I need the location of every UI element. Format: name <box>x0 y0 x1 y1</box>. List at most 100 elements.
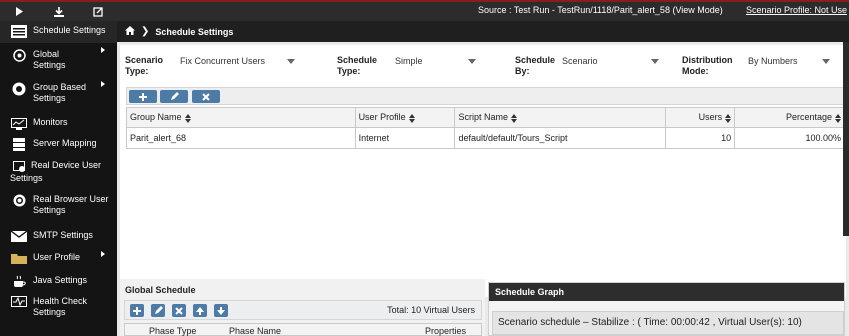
schedule-icon <box>10 25 28 38</box>
chevron-right-icon <box>101 47 105 53</box>
column-properties[interactable]: Properties <box>425 326 466 336</box>
global-schedule-panel: Global Schedule Total: 10 Virtual Users … <box>120 279 485 336</box>
column-script-name[interactable]: Script Name <box>454 107 667 128</box>
total-virtual-users: Total: 10 Virtual Users <box>387 305 475 315</box>
breadcrumb: ❯ Schedule Settings <box>117 21 849 42</box>
sidebar-item-monitors[interactable]: Monitors <box>0 111 117 133</box>
column-group-name[interactable]: Group Name <box>126 107 356 128</box>
sidebar-item-real-browser[interactable]: Real Browser User Settings <box>0 189 117 225</box>
chevron-right-icon <box>101 81 105 87</box>
delete-group-button[interactable] <box>192 90 220 103</box>
settings-row: Scenario Type: Fix Concurrent Users Sche… <box>120 53 846 83</box>
sidebar-item-smtp[interactable]: SMTP Settings <box>0 225 117 247</box>
schedule-type-select[interactable]: Simple <box>395 56 423 66</box>
sidebar-item-server-mapping[interactable]: Server Mapping <box>0 133 117 155</box>
sidebar-item-label: Java Settings <box>33 275 88 285</box>
column-phase-name[interactable]: Phase Name <box>229 326 281 336</box>
table-header-row: Group Name User Profile Script Name User… <box>126 107 845 128</box>
sidebar-item-schedule-settings[interactable]: Schedule Settings <box>0 21 117 43</box>
sidebar-item-label: Schedule Settings <box>33 25 106 35</box>
schedule-graph-body: Scenario schedule – Stabilize : ( Time: … <box>489 301 844 335</box>
cell-user-profile: Internet <box>354 127 456 149</box>
schedule-graph-status: Scenario schedule – Stabilize : ( Time: … <box>492 311 844 335</box>
breadcrumb-current: Schedule Settings <box>155 26 234 37</box>
sidebar-item-label: User Profile <box>33 252 81 262</box>
sort-icon[interactable] <box>725 113 732 123</box>
monitor-icon <box>10 117 28 130</box>
home-icon[interactable] <box>125 26 135 37</box>
chevron-down-icon[interactable] <box>468 59 476 64</box>
cell-users: 10 <box>665 127 736 149</box>
globe-icon <box>10 49 28 62</box>
sidebar-item-label: Server Mapping <box>33 138 97 148</box>
mail-icon <box>10 230 28 243</box>
cell-percentage: 100.00% <box>734 127 845 149</box>
scenario-type-select[interactable]: Fix Concurrent Users <box>180 56 265 66</box>
sidebar-item-label: Global Settings <box>33 49 66 70</box>
group-table: Group Name User Profile Script Name User… <box>126 107 845 149</box>
chevron-down-icon[interactable] <box>287 59 295 64</box>
source-text: Source : Test Run - TestRun/1118/Parit_a… <box>478 5 723 15</box>
schedule-by-label: Schedule By: <box>515 55 556 76</box>
sidebar-item-label: Group Based Settings <box>33 82 87 103</box>
play-icon[interactable] <box>0 2 39 21</box>
column-percentage[interactable]: Percentage <box>734 107 845 128</box>
sidebar-item-group-settings[interactable]: Group Based Settings <box>0 77 117 111</box>
schedule-graph-title: Schedule Graph <box>489 283 844 301</box>
chevron-down-icon[interactable] <box>651 59 659 64</box>
download-icon[interactable] <box>39 2 78 21</box>
chevron-right-icon <box>101 251 105 257</box>
main-content: ❯ Schedule Settings Scenario Type: Fix C… <box>117 21 849 336</box>
add-group-button[interactable] <box>129 90 157 103</box>
schedule-panel: Scenario Type: Fix Concurrent Users Sche… <box>120 45 846 297</box>
chevron-down-icon[interactable] <box>822 59 830 64</box>
schedule-graph-panel: Schedule Graph Scenario schedule – Stabi… <box>488 282 845 336</box>
server-icon <box>10 138 28 151</box>
cell-script-name: default/default/Tours_Script <box>454 127 667 149</box>
sidebar-item-user-profile[interactable]: User Profile <box>0 247 117 269</box>
phase-table-header: Phase Type Phase Name Properties <box>124 323 482 336</box>
export-icon[interactable] <box>78 2 117 21</box>
sidebar-item-label: Real Browser User Settings <box>33 194 109 215</box>
schedule-type-label: Schedule Type: <box>337 55 378 76</box>
move-down-button[interactable] <box>214 304 228 317</box>
scrollbar[interactable] <box>843 42 849 236</box>
column-phase-type[interactable]: Phase Type <box>149 326 196 336</box>
java-icon <box>10 275 28 288</box>
sidebar-item-label: Monitors <box>33 117 68 127</box>
folder-icon <box>10 252 28 265</box>
edit-group-button[interactable] <box>160 90 188 103</box>
sidebar-item-real-device[interactable]: Real Device User Settings <box>0 155 117 189</box>
column-users[interactable]: Users <box>665 107 736 128</box>
cell-group-name: Parit_alert_68 <box>126 127 356 149</box>
table-row[interactable]: Parit_alert_68 Internet default/default/… <box>126 127 845 149</box>
group-toolbar <box>126 87 844 105</box>
top-toolbar <box>0 2 117 21</box>
sidebar-item-global-settings[interactable]: Global Settings <box>0 43 117 77</box>
distribution-mode-select[interactable]: By Numbers <box>748 56 798 66</box>
sort-icon[interactable] <box>408 113 415 123</box>
sidebar: Schedule Settings Global Settings Group … <box>0 21 117 336</box>
add-phase-button[interactable] <box>130 304 144 317</box>
edit-phase-button[interactable] <box>151 304 165 317</box>
device-icon <box>10 160 28 173</box>
sidebar-item-health-check[interactable]: Health Check Settings <box>0 292 117 326</box>
global-schedule-toolbar: Total: 10 Virtual Users <box>124 300 482 320</box>
schedule-by-select[interactable]: Scenario <box>562 56 598 66</box>
sort-icon[interactable] <box>184 113 191 123</box>
top-bar: Source : Test Run - TestRun/1118/Parit_a… <box>0 0 849 21</box>
sort-icon[interactable] <box>835 113 841 123</box>
group-icon <box>10 82 28 95</box>
scenario-profile-link[interactable]: Scenario Profile: Not Use <box>746 5 847 15</box>
move-up-button[interactable] <box>193 304 207 317</box>
sidebar-item-label: SMTP Settings <box>33 230 93 240</box>
delete-phase-button[interactable] <box>172 304 186 317</box>
sidebar-item-label: Health Check Settings <box>33 296 88 317</box>
browser-icon <box>10 194 28 207</box>
sort-icon[interactable] <box>510 113 517 123</box>
column-user-profile[interactable]: User Profile <box>354 107 456 128</box>
sidebar-item-java[interactable]: Java Settings <box>0 269 117 292</box>
health-icon <box>10 296 28 309</box>
global-schedule-title: Global Schedule <box>125 285 196 295</box>
scenario-type-label: Scenario Type: <box>125 55 164 76</box>
